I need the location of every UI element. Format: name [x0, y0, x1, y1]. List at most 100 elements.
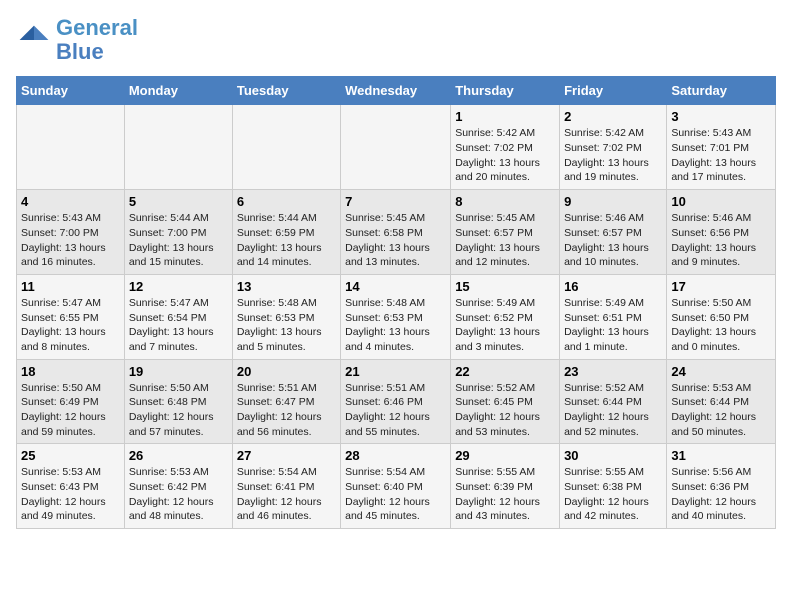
- day-info: Sunrise: 5:49 AM Sunset: 6:52 PM Dayligh…: [455, 296, 555, 355]
- calendar-cell: 2 Sunrise: 5:42 AM Sunset: 7:02 PM Daylig…: [560, 105, 667, 190]
- calendar-cell: 10 Sunrise: 5:46 AM Sunset: 6:56 PM Dayli…: [667, 190, 776, 275]
- calendar-week-4: 18 Sunrise: 5:50 AM Sunset: 6:49 PM Dayli…: [17, 359, 776, 444]
- day-number: 1: [455, 109, 555, 124]
- calendar-cell: [341, 105, 451, 190]
- calendar-cell: 3Sunrise: 5:43 AM Sunset: 7:01 PM Daylig…: [667, 105, 776, 190]
- calendar-week-3: 11 Sunrise: 5:47 AM Sunset: 6:55 PM Dayli…: [17, 274, 776, 359]
- calendar-cell: 31Sunrise: 5:56 AM Sunset: 6:36 PM Dayli…: [667, 444, 776, 529]
- calendar-cell: 14 Sunrise: 5:48 AM Sunset: 6:53 PM Dayli…: [341, 274, 451, 359]
- calendar-cell: 15 Sunrise: 5:49 AM Sunset: 6:52 PM Dayli…: [451, 274, 560, 359]
- day-info: Sunrise: 5:53 AM Sunset: 6:42 PM Dayligh…: [129, 465, 228, 524]
- day-number: 29: [455, 448, 555, 463]
- calendar-cell: 25Sunrise: 5:53 AM Sunset: 6:43 PM Dayli…: [17, 444, 125, 529]
- day-number: 19: [129, 364, 228, 379]
- day-info: Sunrise: 5:43 AM Sunset: 7:00 PM Dayligh…: [21, 211, 120, 270]
- day-number: 23: [564, 364, 662, 379]
- calendar-cell: 29 Sunrise: 5:55 AM Sunset: 6:39 PM Dayli…: [451, 444, 560, 529]
- calendar-header: SundayMondayTuesdayWednesdayThursdayFrid…: [17, 77, 776, 105]
- day-number: 16: [564, 279, 662, 294]
- calendar-cell: 16Sunrise: 5:49 AM Sunset: 6:51 PM Dayli…: [560, 274, 667, 359]
- day-info: Sunrise: 5:51 AM Sunset: 6:46 PM Dayligh…: [345, 381, 446, 440]
- day-info: Sunrise: 5:51 AM Sunset: 6:47 PM Dayligh…: [237, 381, 336, 440]
- day-number: 14: [345, 279, 446, 294]
- day-of-week-tuesday: Tuesday: [232, 77, 340, 105]
- day-info: Sunrise: 5:52 AM Sunset: 6:45 PM Dayligh…: [455, 381, 555, 440]
- calendar-cell: [232, 105, 340, 190]
- day-number: 24: [671, 364, 771, 379]
- day-of-week-monday: Monday: [124, 77, 232, 105]
- calendar-cell: 7 Sunrise: 5:45 AM Sunset: 6:58 PM Daylig…: [341, 190, 451, 275]
- calendar-cell: 1 Sunrise: 5:42 AM Sunset: 7:02 PM Daylig…: [451, 105, 560, 190]
- calendar-cell: 18 Sunrise: 5:50 AM Sunset: 6:49 PM Dayli…: [17, 359, 125, 444]
- day-of-week-saturday: Saturday: [667, 77, 776, 105]
- page-header: General Blue: [16, 16, 776, 64]
- calendar-week-1: 1 Sunrise: 5:42 AM Sunset: 7:02 PM Daylig…: [17, 105, 776, 190]
- day-number: 13: [237, 279, 336, 294]
- day-info: Sunrise: 5:45 AM Sunset: 6:58 PM Dayligh…: [345, 211, 446, 270]
- day-number: 30: [564, 448, 662, 463]
- day-number: 6: [237, 194, 336, 209]
- logo: General Blue: [16, 16, 138, 64]
- day-number: 20: [237, 364, 336, 379]
- calendar-cell: [17, 105, 125, 190]
- calendar-cell: 20 Sunrise: 5:51 AM Sunset: 6:47 PM Dayli…: [232, 359, 340, 444]
- day-info: Sunrise: 5:48 AM Sunset: 6:53 PM Dayligh…: [237, 296, 336, 355]
- day-number: 22: [455, 364, 555, 379]
- day-number: 26: [129, 448, 228, 463]
- logo-icon: [16, 22, 52, 58]
- day-number: 21: [345, 364, 446, 379]
- calendar-table: SundayMondayTuesdayWednesdayThursdayFrid…: [16, 76, 776, 529]
- day-number: 7: [345, 194, 446, 209]
- day-info: Sunrise: 5:44 AM Sunset: 6:59 PM Dayligh…: [237, 211, 336, 270]
- day-number: 3: [671, 109, 771, 124]
- day-number: 9: [564, 194, 662, 209]
- day-of-week-thursday: Thursday: [451, 77, 560, 105]
- day-info: Sunrise: 5:52 AM Sunset: 6:44 PM Dayligh…: [564, 381, 662, 440]
- day-info: Sunrise: 5:55 AM Sunset: 6:39 PM Dayligh…: [455, 465, 555, 524]
- calendar-cell: 24 Sunrise: 5:53 AM Sunset: 6:44 PM Dayli…: [667, 359, 776, 444]
- calendar-cell: 26 Sunrise: 5:53 AM Sunset: 6:42 PM Dayli…: [124, 444, 232, 529]
- day-number: 4: [21, 194, 120, 209]
- calendar-cell: 19 Sunrise: 5:50 AM Sunset: 6:48 PM Dayli…: [124, 359, 232, 444]
- calendar-cell: 27 Sunrise: 5:54 AM Sunset: 6:41 PM Dayli…: [232, 444, 340, 529]
- day-info: Sunrise: 5:53 AM Sunset: 6:43 PM Dayligh…: [21, 465, 120, 524]
- calendar-cell: 11 Sunrise: 5:47 AM Sunset: 6:55 PM Dayli…: [17, 274, 125, 359]
- calendar-cell: 17Sunrise: 5:50 AM Sunset: 6:50 PM Dayli…: [667, 274, 776, 359]
- calendar-cell: 21 Sunrise: 5:51 AM Sunset: 6:46 PM Dayli…: [341, 359, 451, 444]
- day-number: 8: [455, 194, 555, 209]
- calendar-cell: 4 Sunrise: 5:43 AM Sunset: 7:00 PM Daylig…: [17, 190, 125, 275]
- day-info: Sunrise: 5:47 AM Sunset: 6:55 PM Dayligh…: [21, 296, 120, 355]
- day-info: Sunrise: 5:56 AM Sunset: 6:36 PM Dayligh…: [671, 465, 771, 524]
- day-number: 12: [129, 279, 228, 294]
- day-info: Sunrise: 5:47 AM Sunset: 6:54 PM Dayligh…: [129, 296, 228, 355]
- day-info: Sunrise: 5:53 AM Sunset: 6:44 PM Dayligh…: [671, 381, 771, 440]
- calendar-cell: 22 Sunrise: 5:52 AM Sunset: 6:45 PM Dayli…: [451, 359, 560, 444]
- day-info: Sunrise: 5:54 AM Sunset: 6:41 PM Dayligh…: [237, 465, 336, 524]
- calendar-cell: 9Sunrise: 5:46 AM Sunset: 6:57 PM Daylig…: [560, 190, 667, 275]
- day-number: 15: [455, 279, 555, 294]
- calendar-week-5: 25Sunrise: 5:53 AM Sunset: 6:43 PM Dayli…: [17, 444, 776, 529]
- day-number: 27: [237, 448, 336, 463]
- day-info: Sunrise: 5:46 AM Sunset: 6:56 PM Dayligh…: [671, 211, 771, 270]
- day-info: Sunrise: 5:54 AM Sunset: 6:40 PM Dayligh…: [345, 465, 446, 524]
- calendar-cell: 23 Sunrise: 5:52 AM Sunset: 6:44 PM Dayli…: [560, 359, 667, 444]
- calendar-cell: 5Sunrise: 5:44 AM Sunset: 7:00 PM Daylig…: [124, 190, 232, 275]
- day-info: Sunrise: 5:42 AM Sunset: 7:02 PM Dayligh…: [564, 126, 662, 185]
- day-number: 18: [21, 364, 120, 379]
- day-number: 2: [564, 109, 662, 124]
- day-of-week-wednesday: Wednesday: [341, 77, 451, 105]
- day-number: 17: [671, 279, 771, 294]
- calendar-cell: 12 Sunrise: 5:47 AM Sunset: 6:54 PM Dayli…: [124, 274, 232, 359]
- day-number: 10: [671, 194, 771, 209]
- day-info: Sunrise: 5:48 AM Sunset: 6:53 PM Dayligh…: [345, 296, 446, 355]
- day-number: 28: [345, 448, 446, 463]
- day-info: Sunrise: 5:55 AM Sunset: 6:38 PM Dayligh…: [564, 465, 662, 524]
- calendar-cell: 30 Sunrise: 5:55 AM Sunset: 6:38 PM Dayli…: [560, 444, 667, 529]
- day-info: Sunrise: 5:44 AM Sunset: 7:00 PM Dayligh…: [129, 211, 228, 270]
- logo-text: General Blue: [56, 16, 138, 64]
- day-info: Sunrise: 5:50 AM Sunset: 6:49 PM Dayligh…: [21, 381, 120, 440]
- day-number: 11: [21, 279, 120, 294]
- calendar-cell: [124, 105, 232, 190]
- day-info: Sunrise: 5:42 AM Sunset: 7:02 PM Dayligh…: [455, 126, 555, 185]
- day-info: Sunrise: 5:50 AM Sunset: 6:48 PM Dayligh…: [129, 381, 228, 440]
